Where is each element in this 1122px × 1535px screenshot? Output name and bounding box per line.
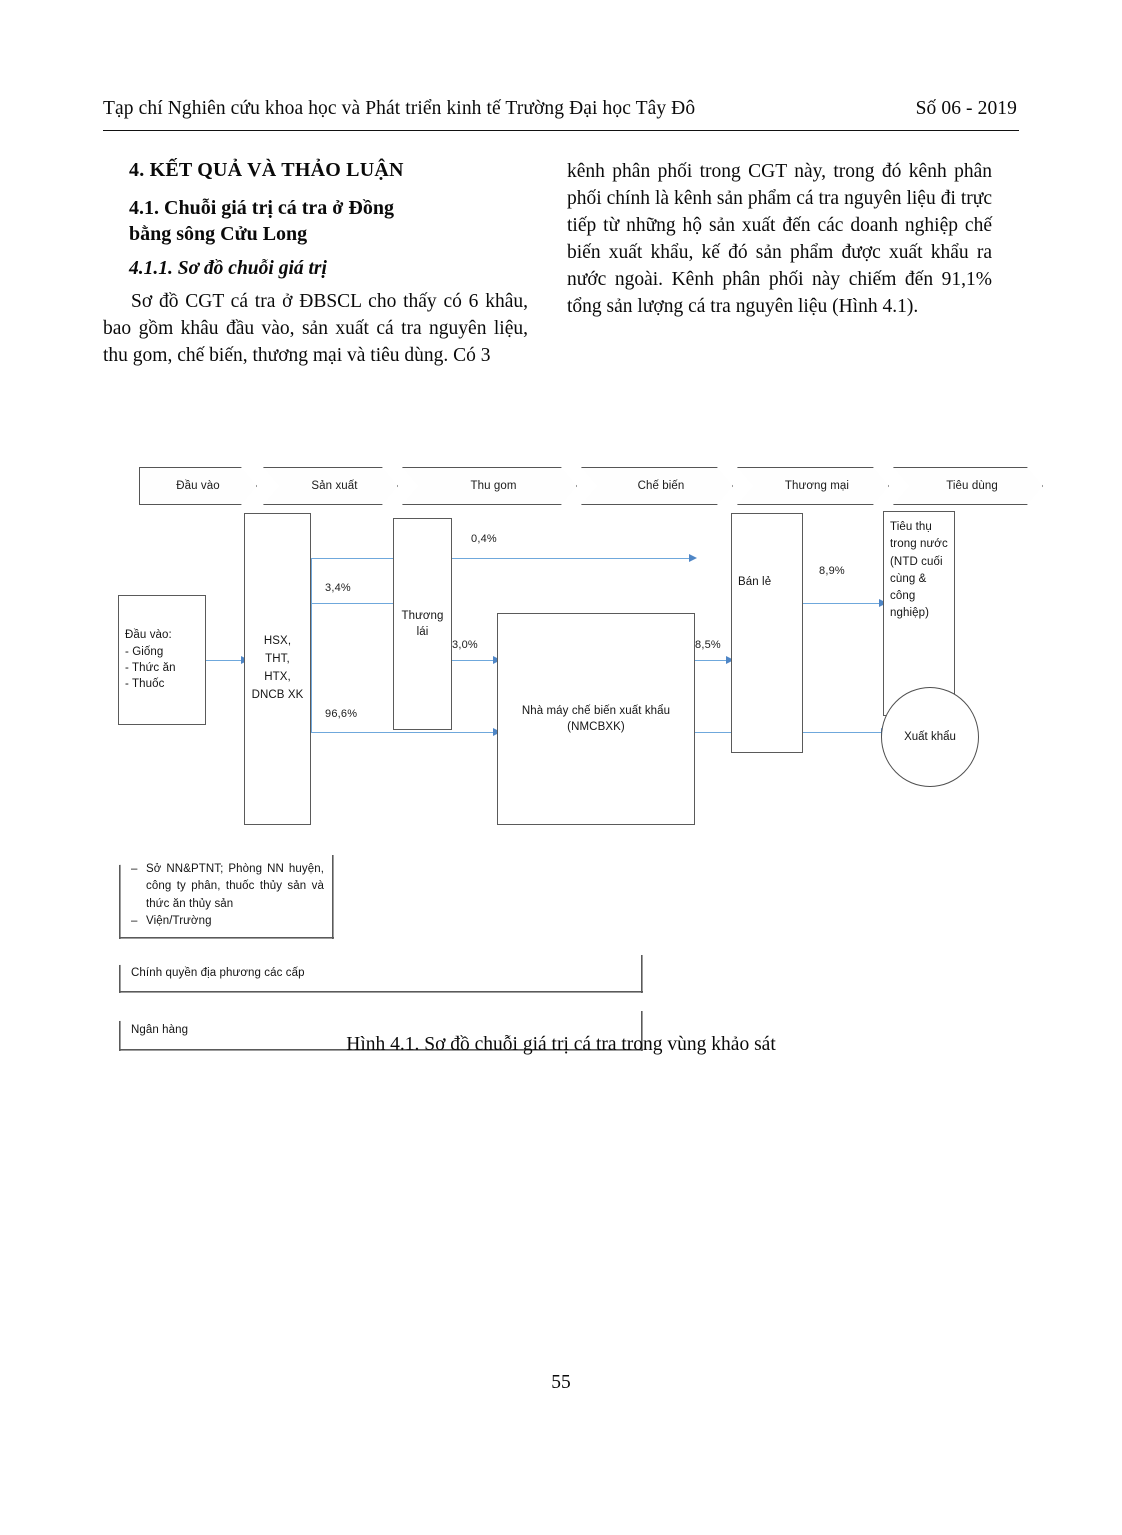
node-input: Đầu vào: - Giống - Thức ăn - Thuốc [118,595,206,725]
left-column-paragraph: Sơ đồ CGT cá tra ở ĐBSCL cho thấy có 6 k… [103,290,528,366]
subsection-title-line2: bằng sông Cửu Long [129,222,308,245]
support-box-local-government-label: Chính quyền địa phương các cấp [131,967,305,980]
support-box-institutions: – Sở NN&PTNT; Phòng NN huyện, công ty ph… [119,855,334,939]
support-item-text: Sở NN&PTNT; Phòng NN huyện, công ty phân… [146,863,324,910]
stage-label: Đầu vào [176,480,220,492]
flow-riser-producer-retail [311,558,312,604]
flow-label-producer-trader: 3,4% [325,582,351,594]
stage-label: Thu gom [470,480,517,492]
support-list-item: – Sở NN&PTNT; Phòng NN huyện, công ty ph… [131,861,324,913]
flow-label-retail-domestic: 8,9% [819,565,845,577]
node-trader: Thương lái [393,518,452,730]
list-dash: – [131,914,138,927]
running-head-journal: Tạp chí Nghiên cứu khoa học và Phát triể… [103,98,696,119]
node-processor: Nhà máy chế biến xuất khẩu (NMCBXK) [497,613,695,825]
support-list-item: – Viện/Trường [131,913,324,930]
stage-chevron-san-xuat: Sản xuất [263,467,398,505]
list-dash: – [131,863,138,875]
flow-label-producer-retail: 0,4% [471,533,497,545]
page: Tạp chí Nghiên cứu khoa học và Phát triể… [0,0,1122,1535]
section-title: 4. KẾT QUẢ VÀ THẢO LUẬN [129,159,404,181]
figure-value-chain-diagram: Đầu vào Sản xuất Thu gom Chế biến Thương… [103,455,1019,1045]
stage-chevron-thuong-mai: Thương mại [737,467,889,505]
stage-chevron-row: Đầu vào Sản xuất Thu gom Chế biến Thương… [139,467,1001,505]
body-columns: 4. KẾT QUẢ VÀ THẢO LUẬN 4.1. Chuỗi giá t… [103,158,1033,458]
subsection-title: 4.1. Chuỗi giá trị cá tra ở Đồng bằng sô… [103,195,528,247]
flow-riser-producer-processor [311,603,312,733]
stage-label: Sản xuất [311,480,358,492]
flow-label-processor-retail: 8,5% [695,639,721,651]
stage-chevron-che-bien: Chế biến [581,467,733,505]
right-column-paragraph: kênh phân phối trong CGT này, trong đó k… [567,161,992,317]
node-producer: HSX, THT, HTX, DNCB XK [244,513,311,825]
running-head-issue: Số 06 - 2019 [915,98,1017,119]
subsubsection-title: 4.1.1. Sơ đồ chuỗi giá trị [129,257,327,279]
flow-line-producer-retail [311,558,695,559]
subsection-title-line1: 4.1. Chuỗi giá trị cá tra ở Đồng [129,196,394,219]
left-column: 4. KẾT QUẢ VÀ THẢO LUẬN 4.1. Chuỗi giá t… [103,158,528,369]
flow-label-producer-processor: 96,6% [325,708,358,720]
stage-label: Chế biến [637,480,685,492]
flow-line-trader-processor [452,660,496,661]
flow-line-input-producer [206,660,244,661]
running-head: Tạp chí Nghiên cứu khoa học và Phát triể… [103,98,1019,120]
node-export: Xuất khẩu [881,687,979,787]
right-column: kênh phân phối trong CGT này, trong đó k… [567,158,992,320]
figure-caption: Hình 4.1. Sơ đồ chuỗi giá trị cá tra tro… [346,1034,776,1055]
support-item-text: Viện/Trường [146,914,212,927]
stage-chevron-dau-vao: Đầu vào [139,467,257,505]
header-rule [103,130,1019,131]
flow-line-producer-processor [311,732,497,733]
flow-line-retail-domestic [803,603,883,604]
figure-canvas: Đầu vào Sản xuất Thu gom Chế biến Thương… [103,455,1019,1045]
node-domestic-consumption: Tiêu thụ trong nước (NTD cuối cùng & côn… [883,511,955,716]
node-retail: Bán lẻ [731,513,803,753]
stage-label: Tiêu dùng [946,480,998,492]
flow-arrow-producer-retail [689,553,697,562]
stage-chevron-tieu-dung: Tiêu dùng [893,467,1043,505]
support-institution-list: – Sở NN&PTNT; Phòng NN huyện, công ty ph… [131,861,324,930]
support-box-local-government: Chính quyền địa phương các cấp [119,955,643,993]
flow-label-trader-processor: 3,0% [452,639,478,651]
page-number: 55 [551,1372,571,1393]
stage-chevron-thu-gom: Thu gom [402,467,577,505]
stage-label: Thương mại [784,480,850,492]
